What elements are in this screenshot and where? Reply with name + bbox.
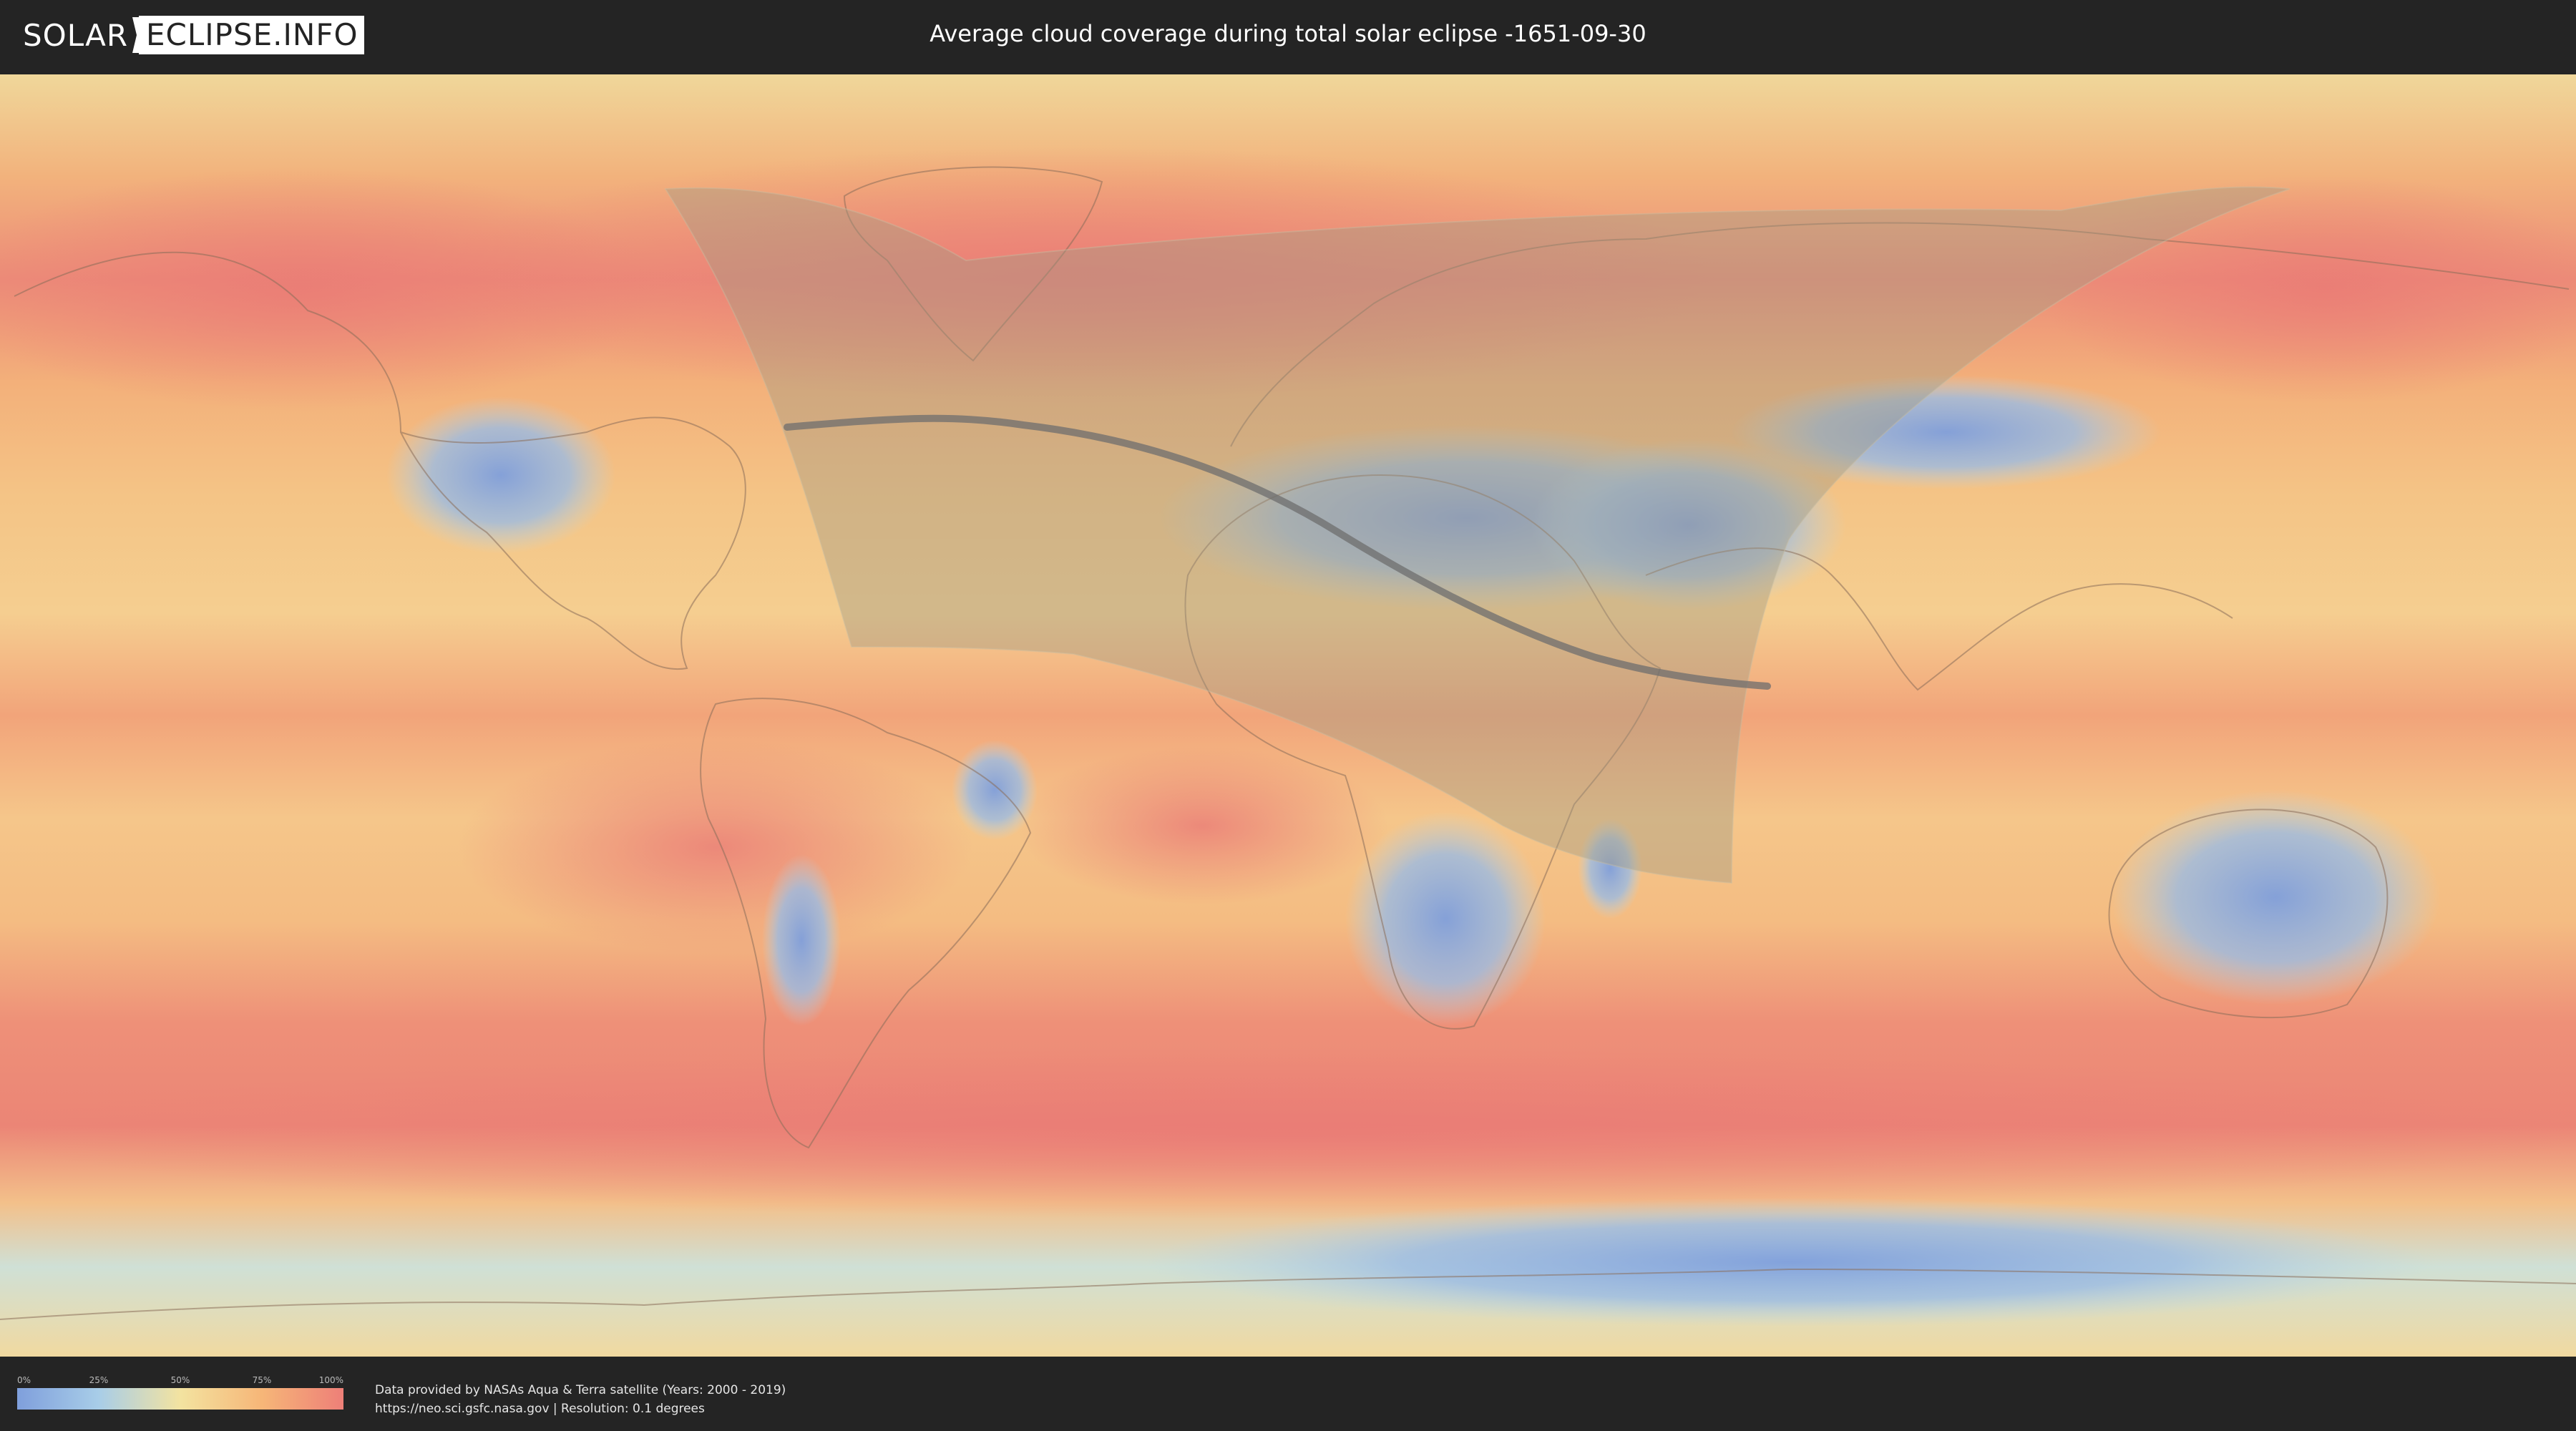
legend-tick-25: 25% [89,1375,109,1385]
antarctica-clear-region [1145,1198,2433,1327]
andes-clear-region [762,854,841,1026]
source-link[interactable]: https://neo.sci.gsfc.nasa.gov | Resoluti… [375,1400,786,1418]
legend-color-bar [17,1388,343,1410]
legend-tick-0: 0% [17,1375,31,1385]
east-pacific-cloud-band [458,740,973,954]
page-title: Average cloud coverage during total sola… [930,20,1646,47]
cloud-coverage-map[interactable] [0,74,2576,1357]
legend-tick-100: 100% [318,1375,343,1385]
header-bar: SOLAR ECLIPSE.INFO Average cloud coverag… [0,0,2576,72]
map-frame [0,74,2576,1357]
credit-line: Data provided by NASAs Aqua & Terra sate… [375,1383,786,1397]
page: SOLAR ECLIPSE.INFO Average cloud coverag… [0,0,2576,1431]
data-credits: Data provided by NASAs Aqua & Terra sate… [375,1381,786,1418]
australia-clear-region [2111,790,2440,1005]
legend-tick-75: 75% [252,1375,272,1385]
footer-bar: 0% 25% 50% 75% 100% Data provided by NAS… [0,1357,2576,1431]
southern-ocean-cloud-band [0,1047,2576,1219]
western-us-clear-region [386,396,615,554]
legend-tick-50: 50% [170,1375,190,1385]
southern-africa-clear-region [1345,811,1546,1026]
brazil-clear-region [952,740,1038,840]
